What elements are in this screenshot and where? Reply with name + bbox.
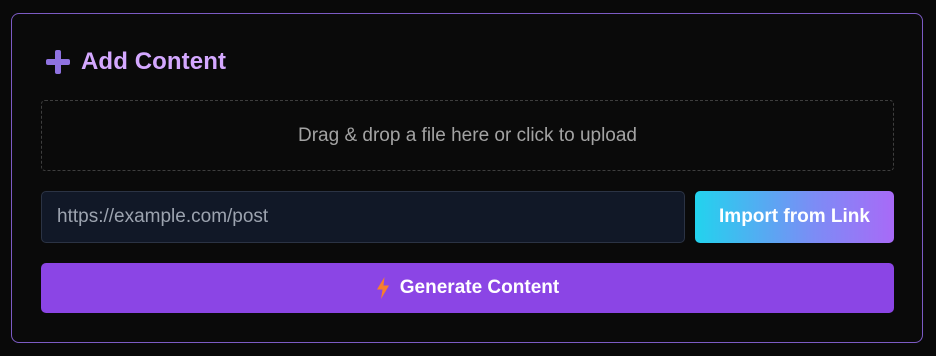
add-content-panel: Add Content Drag & drop a file here or c…	[11, 13, 923, 343]
import-button-label: Import from Link	[719, 206, 870, 227]
import-from-link-button[interactable]: Import from Link	[695, 191, 894, 243]
dropzone-text: Drag & drop a file here or click to uplo…	[297, 124, 637, 146]
generate-content-button[interactable]: Generate Content	[41, 263, 894, 313]
panel-header: Add Content	[45, 48, 226, 76]
lightning-bolt-icon	[376, 277, 390, 299]
panel-title: Add Content	[81, 48, 227, 75]
generate-button-label: Generate Content	[399, 277, 560, 298]
file-dropzone[interactable]: Drag & drop a file here or click to uplo…	[41, 100, 894, 171]
plus-icon	[45, 49, 71, 75]
link-url-input[interactable]	[41, 191, 685, 243]
